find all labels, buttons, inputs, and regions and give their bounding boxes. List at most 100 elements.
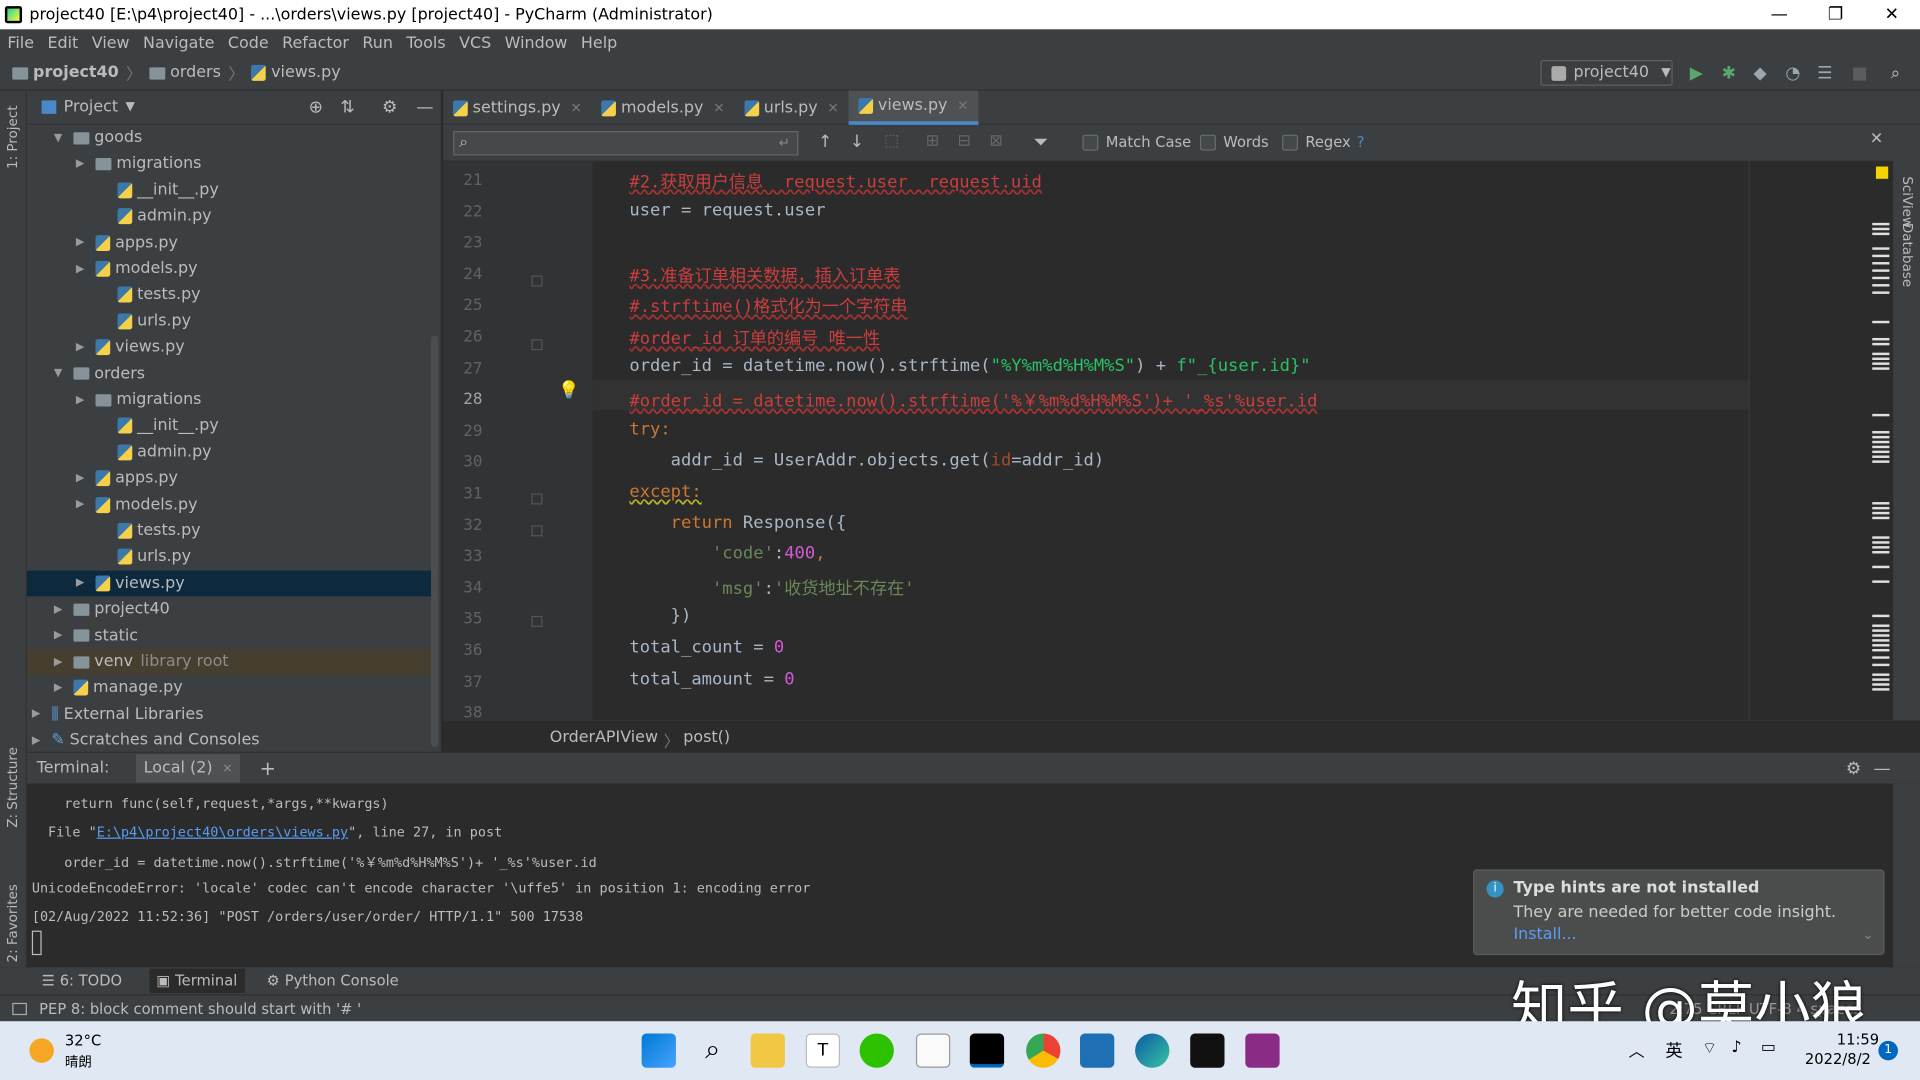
find-input[interactable]: ⌕ ↵	[453, 131, 799, 156]
error-stripe-mark[interactable]	[1872, 413, 1890, 417]
nav-crumb-file[interactable]: views.py	[251, 64, 341, 82]
error-stripe-mark[interactable]	[1872, 663, 1890, 667]
previous-occurrence-icon[interactable]: ↑	[818, 132, 832, 152]
tab-views[interactable]: views.py ✕	[848, 90, 979, 125]
hide-panel-icon[interactable]: —	[416, 97, 433, 117]
error-stripe-mark[interactable]	[1872, 516, 1890, 520]
tree-item[interactable]: ▶ apps.py	[27, 466, 438, 492]
terminal-tool-tab[interactable]: ▣ Terminal	[149, 968, 245, 994]
fold-marker-icon[interactable]	[531, 525, 543, 537]
wechat-icon[interactable]	[859, 1033, 894, 1068]
chevron-down-icon[interactable]: ▼	[54, 367, 74, 379]
weather-temp[interactable]: 32°C	[65, 1032, 101, 1049]
tree-item[interactable]: admin.py	[27, 203, 438, 229]
chevron-right-icon[interactable]: ▶	[54, 656, 74, 668]
tree-item[interactable]: ▶ views.py	[27, 335, 438, 361]
tree-item[interactable]: ▶ venv library root	[26, 648, 439, 675]
error-stripe-mark[interactable]	[1872, 644, 1890, 647]
vc-icon[interactable]	[1080, 1033, 1115, 1068]
find-all-icon[interactable]: ⬚	[884, 132, 899, 150]
close-tab-icon[interactable]: ✕	[827, 100, 838, 116]
database-tool-tab[interactable]: Database	[1899, 223, 1915, 287]
error-stripe-mark[interactable]	[1872, 352, 1890, 356]
error-stripe-mark[interactable]	[1872, 227, 1890, 231]
error-stripe-mark[interactable]	[1872, 629, 1890, 632]
menu-navigate[interactable]: Navigate	[136, 34, 221, 52]
tree-item[interactable]: admin.py	[27, 439, 438, 465]
error-stripe-mark[interactable]	[1872, 247, 1890, 250]
match-case-checkbox[interactable]: Match Case	[1082, 133, 1191, 151]
tree-item[interactable]: ▶ manage.py	[27, 675, 438, 701]
tree-scrollbar[interactable]	[431, 335, 439, 747]
stop-icon[interactable]: ■	[1851, 64, 1867, 84]
notepad-icon[interactable]	[915, 1033, 951, 1068]
error-stripe-mark[interactable]	[1872, 367, 1890, 370]
tree-item[interactable]: ▶ migrations	[27, 151, 438, 177]
select-all-icon[interactable]: ⊠	[989, 132, 1002, 150]
tree-item[interactable]: urls.py	[27, 544, 438, 570]
tree-item[interactable]: tests.py	[27, 282, 438, 308]
regex-checkbox[interactable]: Regex	[1282, 133, 1351, 151]
chevron-right-icon[interactable]: ▶	[76, 236, 96, 248]
terminal-tab-local[interactable]: Local (2) ✕	[136, 754, 240, 783]
chevron-right-icon[interactable]: ▶	[32, 708, 52, 720]
tree-item[interactable]: ▶ migrations	[27, 387, 438, 413]
error-stripe-mark[interactable]	[1872, 506, 1890, 510]
close-tab-icon[interactable]: ✕	[957, 98, 968, 114]
error-stripe-mark[interactable]	[1872, 673, 1890, 676]
error-stripe-mark[interactable]	[1872, 546, 1890, 549]
chevron-right-icon[interactable]: ▶	[76, 263, 96, 275]
tree-item[interactable]: ▶ models.py	[27, 256, 438, 282]
regex-help-icon[interactable]: ?	[1357, 133, 1365, 150]
tree-item[interactable]: ▼ orders	[27, 361, 438, 387]
chrome-icon[interactable]	[1026, 1033, 1061, 1068]
error-stripe-mark[interactable]	[1872, 320, 1890, 324]
chevron-right-icon[interactable]: ▶	[76, 158, 96, 170]
battery-icon[interactable]: ▭	[1761, 1038, 1776, 1056]
concurrency-icon[interactable]: ☰	[1817, 64, 1832, 84]
chevron-right-icon[interactable]: ▶	[76, 341, 96, 353]
close-tab-icon[interactable]: ✕	[571, 100, 582, 116]
menu-help[interactable]: Help	[574, 34, 624, 52]
close-button[interactable]: ✕	[1864, 0, 1920, 29]
error-stripe-mark[interactable]	[1872, 435, 1890, 439]
restore-button[interactable]: ❐	[1807, 0, 1863, 29]
tree-item[interactable]: ▶ static	[27, 623, 438, 649]
nav-crumb-project[interactable]: project40	[12, 64, 119, 82]
breadcrumb-class[interactable]: OrderAPIView	[550, 729, 658, 747]
typora-icon[interactable]: T	[805, 1033, 841, 1068]
menu-view[interactable]: View	[84, 34, 135, 52]
close-tab-icon[interactable]: ✕	[713, 100, 724, 116]
error-stripe-mark[interactable]	[1872, 445, 1890, 449]
collapse-all-icon[interactable]: ⇅	[340, 97, 354, 117]
tree-item[interactable]: __init__.py	[27, 413, 438, 439]
tree-item[interactable]: ▶ apps.py	[27, 230, 438, 256]
error-stripe-mark[interactable]	[1872, 688, 1890, 691]
error-stripe-mark[interactable]	[1872, 222, 1890, 226]
new-terminal-icon[interactable]: +	[260, 757, 276, 780]
tab-settings[interactable]: settings.py ✕	[443, 91, 591, 125]
error-stripe-mark[interactable]	[1872, 254, 1890, 258]
clock-time[interactable]: 11:59	[1837, 1031, 1879, 1048]
error-stripe-mark[interactable]	[1872, 269, 1890, 272]
chevron-right-icon[interactable]: ▶	[76, 394, 96, 406]
tree-item[interactable]: ▶ ⫼ External Libraries	[27, 701, 438, 727]
fold-marker-icon[interactable]	[531, 493, 543, 505]
chevron-right-icon[interactable]: ▶	[54, 630, 74, 642]
menu-refactor[interactable]: Refactor	[275, 34, 355, 52]
menu-run[interactable]: Run	[355, 34, 399, 52]
tree-item[interactable]: ▶ ✎ Scratches and Consoles	[27, 728, 438, 754]
error-stripe-mark[interactable]	[1872, 511, 1890, 515]
error-stripe-mark[interactable]	[1872, 614, 1890, 618]
coverage-icon[interactable]: ◆	[1753, 64, 1766, 84]
pycharm-taskbar-icon[interactable]	[969, 1033, 1005, 1068]
tree-item[interactable]: ▶ project40	[27, 597, 438, 623]
python-console-tab[interactable]: ⚙ Python Console	[267, 972, 399, 989]
next-occurrence-icon[interactable]: ↓	[850, 132, 864, 152]
error-stripe-mark[interactable]	[1872, 541, 1890, 544]
tab-models[interactable]: models.py ✕	[592, 91, 735, 125]
weather-sun-icon[interactable]	[29, 1038, 54, 1063]
project-tool-tab[interactable]: 1: Project	[5, 105, 21, 168]
file-explorer-icon[interactable]	[750, 1033, 785, 1068]
clock-date[interactable]: 2022/8/2	[1805, 1051, 1871, 1068]
